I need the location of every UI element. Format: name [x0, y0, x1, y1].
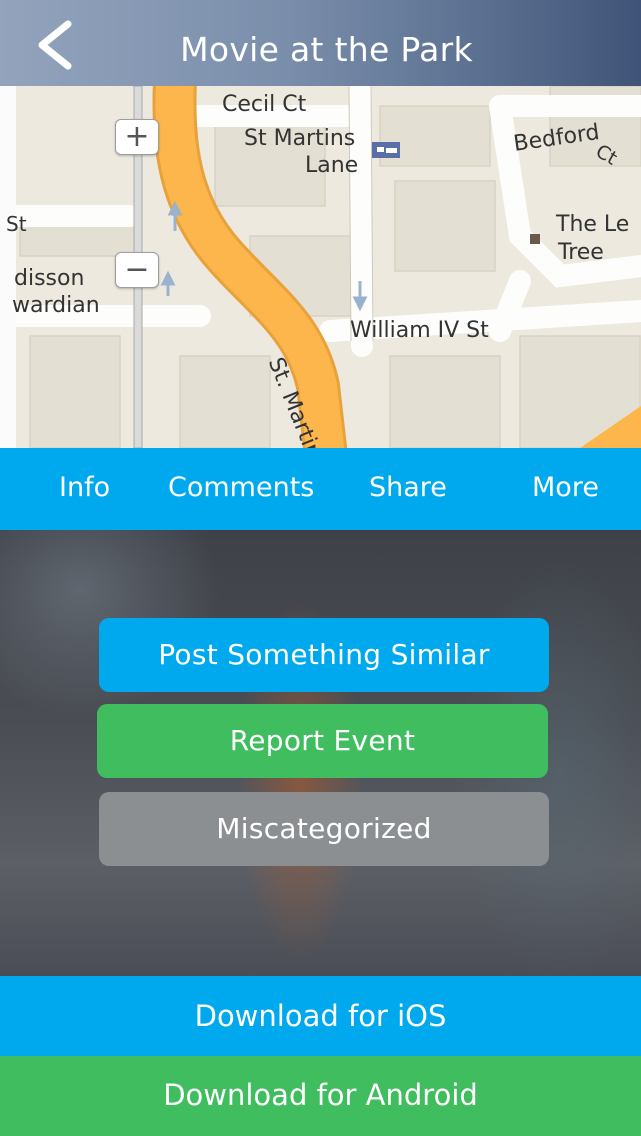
miscategorized-button[interactable]: Miscategorized	[99, 792, 549, 866]
zoom-out-button[interactable]: −	[115, 252, 159, 288]
map-label-disson: disson	[14, 266, 85, 291]
tab-more[interactable]: More	[532, 472, 599, 503]
nav-bar: Movie at the Park	[0, 0, 641, 86]
blurred-background: Post Something Similar Report Event Misc…	[0, 530, 641, 976]
tab-bar: Info Comments Share More	[0, 448, 641, 530]
map-view[interactable]: Cecil Ct St Martins Lane Bedford Ct The …	[0, 86, 641, 448]
tab-share[interactable]: Share	[369, 472, 447, 503]
map-label-st-martins: St Martins	[244, 126, 356, 151]
map-label-cecil-ct: Cecil Ct	[222, 92, 307, 117]
map-label-the-le: The Le	[556, 212, 630, 237]
poi-marker-icon	[530, 234, 540, 244]
tab-info[interactable]: Info	[59, 472, 110, 503]
download-android-button[interactable]: Download for Android	[0, 1056, 641, 1136]
tab-comments[interactable]: Comments	[168, 472, 314, 503]
map-label-tree: Tree	[558, 240, 604, 265]
page-title: Movie at the Park	[180, 30, 473, 69]
download-ios-button[interactable]: Download for iOS	[0, 976, 641, 1056]
hotel-icon	[372, 142, 400, 158]
map-label-william-iv-st: William IV St	[350, 318, 489, 343]
report-event-button[interactable]: Report Event	[97, 704, 548, 778]
post-similar-button[interactable]: Post Something Similar	[99, 618, 549, 692]
map-label-st-partial: St	[6, 212, 27, 236]
map-label-wardian: wardian	[12, 293, 100, 318]
zoom-in-button[interactable]: +	[115, 119, 159, 155]
map-label-lane: Lane	[305, 153, 359, 178]
